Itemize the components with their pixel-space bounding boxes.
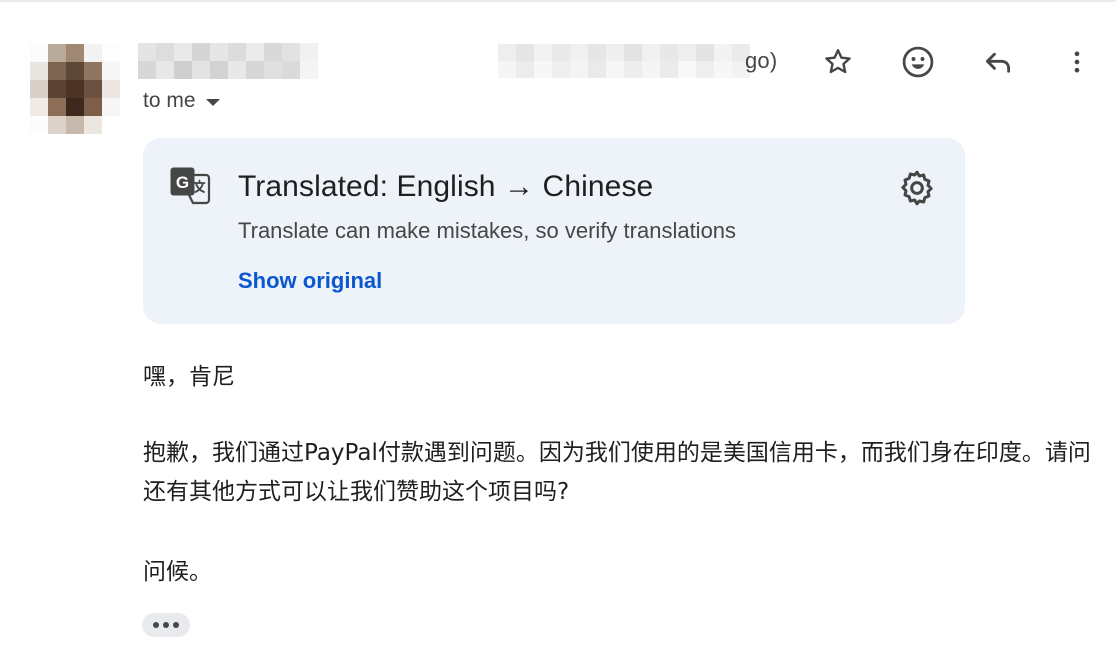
star-button[interactable] (816, 40, 860, 84)
svg-text:G: G (176, 173, 189, 192)
message-greeting: 嘿，肯尼 (143, 364, 235, 390)
date-suffix: go) (745, 48, 778, 73)
translation-title: Translated: English → Chinese (238, 170, 654, 203)
ellipsis-icon (153, 622, 159, 628)
recipient-details-toggle[interactable]: to me (143, 89, 220, 113)
more-vert-icon (1074, 51, 1080, 73)
translate-icon: G (170, 167, 211, 205)
top-divider (0, 0, 1116, 2)
translation-banner: G Translated: English → Chinese Translat… (143, 138, 965, 324)
translation-disclaimer: Translate can make mistakes, so verify t… (238, 218, 737, 243)
chevron-down-icon (205, 98, 220, 106)
reply-icon (985, 52, 1011, 73)
date-redacted (498, 44, 750, 78)
message-closing: 问候。 (143, 559, 212, 585)
avatar[interactable] (30, 44, 120, 134)
sender-name-redacted (138, 43, 318, 79)
recipient-label: to me (143, 89, 196, 112)
star-icon (825, 49, 851, 74)
react-emoji-button[interactable] (896, 40, 940, 84)
gear-icon (901, 170, 933, 206)
emoji-icon (902, 46, 934, 78)
show-trimmed-content-button[interactable] (142, 613, 190, 637)
translation-settings-button[interactable] (893, 166, 941, 210)
more-options-button[interactable] (1055, 40, 1099, 84)
message-paragraph: 抱歉，我们通过PayPal付款遇到问题。因为我们使用的是美国信用卡，而我们身在印… (143, 440, 1091, 505)
show-original-link[interactable]: Show original (238, 268, 382, 294)
reply-button[interactable] (976, 40, 1020, 84)
